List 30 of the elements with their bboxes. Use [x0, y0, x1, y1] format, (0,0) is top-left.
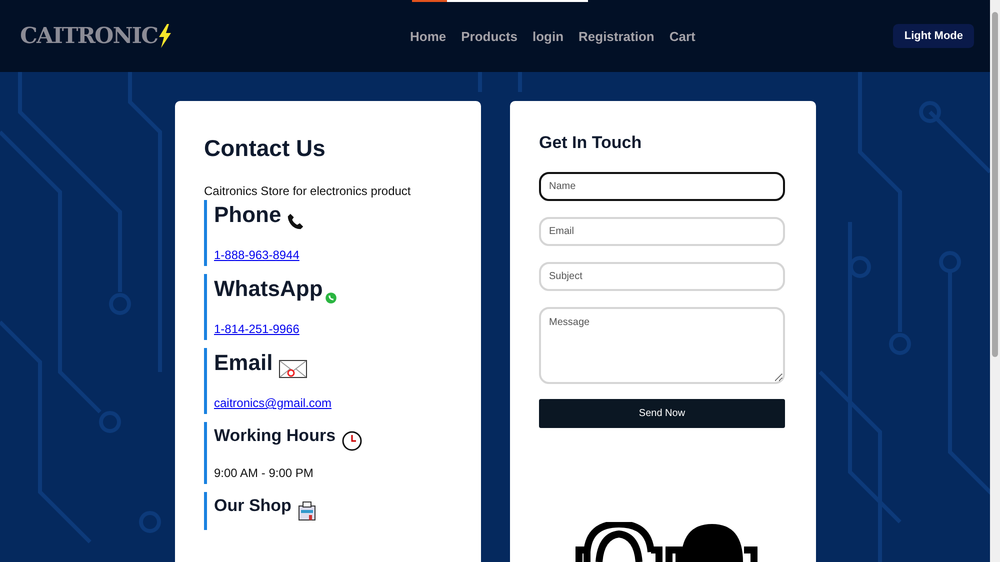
contact-heading: Email — [214, 350, 273, 376]
shop-icon — [297, 501, 318, 521]
light-mode-button[interactable]: Light Mode — [893, 24, 974, 48]
envelope-icon — [278, 360, 307, 378]
clock-icon — [342, 431, 362, 451]
nav-link[interactable]: Home — [410, 28, 446, 44]
phone-icon — [287, 212, 304, 230]
form-title: Get In Touch — [539, 133, 643, 153]
contact-title: Contact Us — [204, 135, 326, 162]
nav-link[interactable]: Cart — [669, 28, 696, 44]
contact-heading: Our Shop — [214, 496, 292, 516]
logo-text[interactable]: CAITRONIC — [20, 23, 158, 49]
nav-link[interactable]: login — [532, 28, 564, 44]
chat-bubble-icon — [324, 292, 337, 304]
contact-heading: Working Hours — [214, 426, 336, 446]
nav-link[interactable]: Products — [461, 28, 518, 44]
send-button[interactable]: Send Now — [539, 399, 785, 428]
message-field[interactable]: Message — [539, 307, 785, 384]
scrollbar[interactable] — [990, 0, 1000, 562]
contact-link[interactable]: 1-888-963-8944 — [214, 248, 452, 262]
contact-heading: WhatsApp — [214, 276, 323, 302]
contact-value: 9:00 AM - 9:00 PM — [214, 466, 314, 480]
contact-link[interactable]: caitronics@gmail.com — [214, 396, 452, 410]
contact-link[interactable]: 1-814-251-9966 — [214, 322, 452, 336]
nav-link[interactable]: Registration — [578, 28, 654, 44]
lightning-bolt-icon — [158, 24, 172, 48]
contact-heading: Phone — [214, 202, 282, 228]
scrollbar-thumb[interactable] — [992, 12, 998, 357]
contact-subtitle: Caitronics Store for electronics product — [204, 184, 412, 198]
input-field[interactable]: Name — [539, 172, 785, 201]
